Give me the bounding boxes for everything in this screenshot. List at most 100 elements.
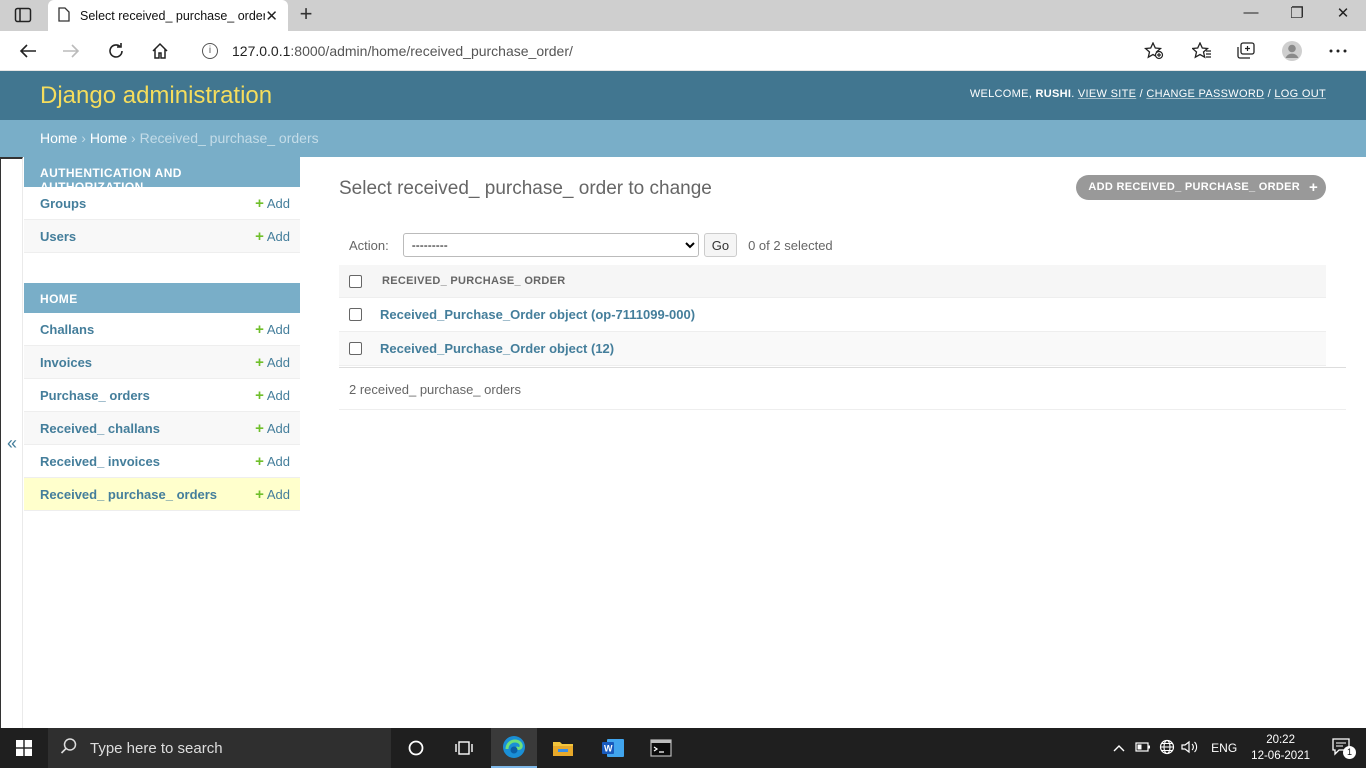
- system-tray: ENG 20:22 12-06-2021 1: [1113, 728, 1366, 768]
- more-options-icon[interactable]: [1326, 39, 1350, 63]
- add-label: Add: [266, 453, 290, 469]
- select-all-checkbox[interactable]: [349, 274, 362, 288]
- model-link[interactable]: Groups: [40, 196, 255, 211]
- log-out-link[interactable]: LOG OUT: [1274, 88, 1326, 100]
- close-tab-icon[interactable]: ✕: [265, 7, 278, 25]
- module-caption[interactable]: Home: [24, 283, 300, 313]
- username: RUSHI: [1035, 88, 1072, 100]
- table-row: Received_Purchase_Order object (12): [339, 332, 1326, 366]
- network-globe-icon[interactable]: [1159, 739, 1175, 758]
- model-link[interactable]: Challans: [40, 322, 255, 337]
- task-view-icon[interactable]: [441, 728, 487, 768]
- app-module-auth: Authentication and Authorization Groups …: [24, 157, 300, 253]
- favorites-icon[interactable]: [1190, 39, 1214, 63]
- sidebar-item-invoices: Invoices + Add: [24, 346, 300, 379]
- go-button[interactable]: Go: [703, 233, 738, 257]
- show-hidden-icons-icon[interactable]: [1113, 741, 1125, 755]
- cortana-icon[interactable]: [393, 728, 439, 768]
- sidebar-item-purchase-orders: Purchase_ orders + Add: [24, 379, 300, 412]
- model-link[interactable]: Purchase_ orders: [40, 388, 255, 403]
- model-link[interactable]: Received_ invoices: [40, 454, 255, 469]
- plus-icon: +: [255, 353, 264, 371]
- sidebar-item-users: Users + Add: [24, 220, 300, 253]
- notifications-icon[interactable]: 1: [1332, 737, 1356, 759]
- site-branding[interactable]: Django administration: [40, 82, 272, 110]
- browser-titlebar: Select received_ purchase_ order ✕ + — ❐…: [0, 0, 1366, 31]
- change-password-link[interactable]: CHANGE PASSWORD: [1146, 88, 1264, 100]
- home-icon[interactable]: [148, 39, 172, 63]
- address-bar[interactable]: i 127.0.0.1:8000/admin/home/received_pur…: [188, 36, 1176, 66]
- sidebar-item-received-purchase-orders: Received_ purchase_ orders + Add: [24, 478, 300, 511]
- add-link[interactable]: + Add: [255, 453, 290, 470]
- tab-actions-icon[interactable]: [14, 7, 32, 23]
- profile-avatar[interactable]: [1280, 39, 1304, 63]
- object-link[interactable]: Received_Purchase_Order object (12): [380, 341, 614, 356]
- command-prompt-icon[interactable]: [638, 728, 684, 768]
- minimize-button[interactable]: —: [1240, 4, 1262, 26]
- edge-browser-icon[interactable]: [491, 728, 537, 768]
- breadcrumb-app[interactable]: Home: [90, 130, 127, 146]
- collections-icon[interactable]: [1234, 39, 1258, 63]
- separator: /: [1264, 88, 1275, 100]
- nav-sidebar: Authentication and Authorization Groups …: [24, 157, 300, 511]
- svg-text:W: W: [604, 744, 613, 754]
- battery-icon[interactable]: [1135, 741, 1151, 755]
- action-select[interactable]: ---------: [402, 233, 699, 257]
- breadcrumb-current: Received_ purchase_ orders: [139, 130, 319, 146]
- add-received-purchase-order-button[interactable]: ADD RECEIVED_ PURCHASE_ ORDER +: [1076, 175, 1326, 200]
- punctuation: .: [1071, 88, 1078, 100]
- search-icon: [60, 737, 78, 759]
- module-caption[interactable]: Authentication and Authorization: [24, 157, 300, 194]
- sidebar-item-challans: Challans + Add: [24, 313, 300, 346]
- restore-button[interactable]: ❐: [1286, 4, 1308, 26]
- model-link[interactable]: Users: [40, 229, 255, 244]
- file-explorer-icon[interactable]: [540, 728, 586, 768]
- sidebar-item-received-invoices: Received_ invoices + Add: [24, 445, 300, 478]
- toggle-nav-sidebar[interactable]: «: [0, 157, 23, 728]
- clock[interactable]: 20:22 12-06-2021: [1251, 732, 1310, 764]
- input-language[interactable]: ENG: [1211, 741, 1237, 755]
- refresh-icon[interactable]: [104, 39, 128, 63]
- row-checkbox[interactable]: [349, 342, 362, 355]
- add-link[interactable]: + Add: [255, 354, 290, 371]
- close-window-button[interactable]: ✕: [1332, 4, 1354, 26]
- taskbar-search-input[interactable]: Type here to search: [48, 728, 391, 768]
- add-link[interactable]: + Add: [255, 228, 290, 245]
- plus-icon: +: [255, 419, 264, 437]
- add-link[interactable]: + Add: [255, 321, 290, 338]
- breadcrumb-separator: ›: [127, 130, 140, 146]
- add-link[interactable]: + Add: [255, 195, 290, 212]
- breadcrumb: Home › Home › Received_ purchase_ orders: [0, 120, 1366, 157]
- row-checkbox[interactable]: [349, 308, 362, 321]
- forward-icon[interactable]: [59, 39, 83, 63]
- add-link[interactable]: + Add: [255, 486, 290, 503]
- model-link[interactable]: Received_ purchase_ orders: [40, 487, 255, 502]
- model-link[interactable]: Invoices: [40, 355, 255, 370]
- new-tab-button[interactable]: +: [294, 3, 318, 27]
- view-site-link[interactable]: VIEW SITE: [1078, 88, 1136, 100]
- word-icon[interactable]: W: [590, 728, 636, 768]
- windows-start-icon[interactable]: [0, 728, 48, 768]
- add-label: Add: [266, 387, 290, 403]
- breadcrumb-separator: ›: [77, 130, 90, 146]
- plus-icon: +: [255, 194, 264, 212]
- add-label: Add: [266, 195, 290, 211]
- site-info-icon[interactable]: i: [202, 43, 218, 59]
- model-link[interactable]: Received_ challans: [40, 421, 255, 436]
- volume-icon[interactable]: [1181, 740, 1199, 757]
- add-label: Add: [266, 228, 290, 244]
- back-icon[interactable]: [16, 39, 40, 63]
- breadcrumb-home[interactable]: Home: [40, 130, 77, 146]
- add-favorite-icon[interactable]: [1142, 39, 1166, 63]
- selection-counter: 0 of 2 selected: [748, 237, 833, 253]
- add-link[interactable]: + Add: [255, 387, 290, 404]
- page-title: Select received_ purchase_ order to chan…: [339, 178, 712, 199]
- object-link[interactable]: Received_Purchase_Order object (op-71110…: [380, 307, 695, 322]
- table-header: RECEIVED_ PURCHASE_ ORDER: [339, 265, 1326, 298]
- plus-icon: +: [255, 452, 264, 470]
- browser-tab[interactable]: Select received_ purchase_ order ✕: [48, 0, 288, 31]
- user-tools: WELCOME, RUSHI. VIEW SITE / CHANGE PASSW…: [970, 88, 1326, 100]
- add-link[interactable]: + Add: [255, 420, 290, 437]
- site-header: Django administration WELCOME, RUSHI. VI…: [0, 71, 1366, 120]
- column-header[interactable]: RECEIVED_ PURCHASE_ ORDER: [382, 275, 566, 287]
